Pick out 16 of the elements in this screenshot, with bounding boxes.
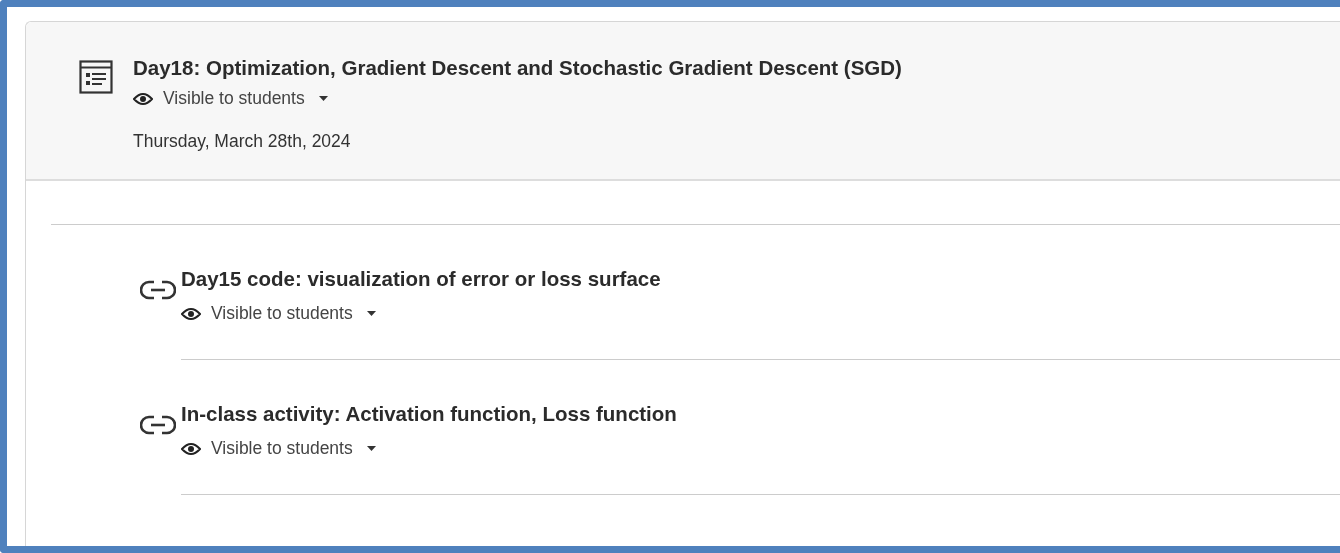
eye-icon	[133, 91, 153, 106]
caret-icon	[366, 446, 376, 451]
eye-icon	[181, 441, 201, 456]
module-page-icon	[79, 60, 113, 94]
caret-icon	[366, 311, 376, 316]
visibility-dropdown[interactable]: Visible to students	[133, 88, 328, 109]
link-icon	[140, 279, 176, 301]
module-title[interactable]: Day18: Optimization, Gradient Descent and Stochastic Gradient Descent (SGD)	[133, 56, 902, 80]
item-title[interactable]: Day15 code: visualization of error or loss surface	[181, 267, 1340, 291]
module-date: Thursday, March 28th, 2024	[133, 131, 352, 152]
link-icon	[140, 414, 176, 436]
caret-icon	[318, 96, 328, 101]
visibility-dropdown[interactable]: Visible to students	[181, 303, 376, 324]
visibility-dropdown[interactable]: Visible to students	[181, 438, 376, 459]
eye-icon	[181, 306, 201, 321]
item-title[interactable]: In-class activity: Activation function, Loss function	[181, 402, 1340, 426]
